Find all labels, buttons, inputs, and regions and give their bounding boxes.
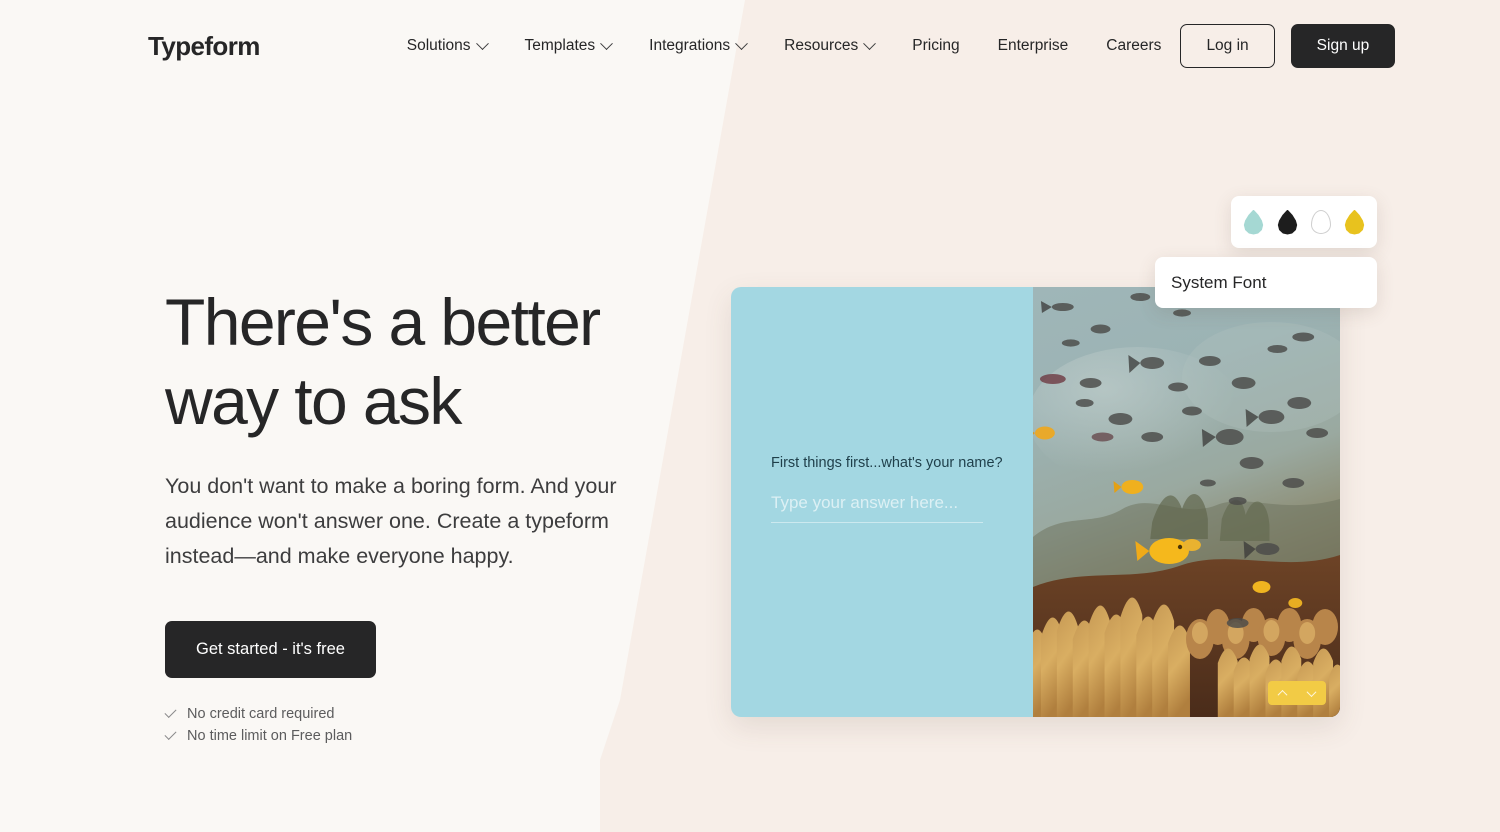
nav-label: Resources: [784, 37, 859, 54]
hero-content: There's a better way to ask You don't wa…: [164, 283, 705, 744]
hero-title-line-1: There's a better: [165, 285, 601, 359]
preview-question: First things first...what's your name?: [771, 455, 1003, 471]
droplet-icon-yellow[interactable]: [1344, 209, 1365, 235]
font-picker-card[interactable]: System Font: [1155, 257, 1377, 308]
hero-subtitle: You don't want to make a boring form. An…: [165, 474, 617, 569]
nav-item-solutions[interactable]: Solutions: [388, 29, 506, 63]
perks-list: No credit card required No time limit on…: [164, 705, 705, 744]
font-picker-label: System Font: [1171, 272, 1267, 292]
main-nav: Solutions Templates Integrations Resourc…: [388, 29, 1181, 63]
nav-item-templates[interactable]: Templates: [506, 29, 631, 63]
chevron-down-icon: [600, 36, 614, 50]
preview-nav-down-button[interactable]: [1297, 681, 1326, 705]
list-item: No time limit on Free plan: [164, 727, 705, 744]
chevron-down-icon: [863, 36, 877, 50]
underwater-reef-illustration: [1033, 287, 1340, 717]
auth-actions: Log in Sign up: [1180, 24, 1396, 68]
preview-nav-buttons[interactable]: [1268, 681, 1326, 705]
site-header: Typeform Solutions Templates Integration…: [0, 0, 1500, 92]
signup-button[interactable]: Sign up: [1290, 24, 1396, 68]
droplet-icon-teal[interactable]: [1243, 209, 1264, 235]
hero-title-line-2: way to ask: [165, 364, 462, 439]
preview-answer-input[interactable]: Type your answer here...: [771, 493, 983, 523]
nav-label: Careers: [1106, 37, 1162, 54]
get-started-button[interactable]: Get started - it's free: [165, 620, 376, 678]
logo[interactable]: Typeform: [148, 31, 260, 62]
form-preview-pane: First things first...what's your name? T…: [731, 287, 1033, 717]
login-button[interactable]: Log in: [1180, 24, 1275, 68]
perk-label: No credit card required: [187, 705, 335, 722]
form-preview-card: First things first...what's your name? T…: [731, 287, 1340, 717]
color-swatch-card: [1231, 196, 1377, 248]
check-icon: [164, 728, 177, 741]
droplet-icon-black[interactable]: [1277, 209, 1298, 235]
nav-label: Solutions: [406, 37, 471, 54]
nav-item-pricing[interactable]: Pricing: [893, 29, 978, 63]
page-root: Typeform Solutions Templates Integration…: [0, 0, 1500, 832]
preview-nav-up-button[interactable]: [1268, 681, 1297, 705]
perk-label: No time limit on Free plan: [187, 727, 353, 744]
nav-item-enterprise[interactable]: Enterprise: [979, 29, 1088, 63]
chevron-down-icon: [735, 36, 749, 50]
list-item: No credit card required: [164, 705, 705, 722]
nav-label: Integrations: [649, 37, 731, 54]
nav-item-resources[interactable]: Resources: [765, 29, 893, 63]
chevron-down-icon: [1306, 686, 1317, 697]
preview-photo: [1033, 287, 1340, 717]
chevron-up-icon: [1277, 689, 1288, 700]
yellow-fish-small-3: [1183, 539, 1201, 551]
nav-label: Enterprise: [997, 37, 1069, 54]
chevron-down-icon: [475, 36, 489, 50]
nav-item-integrations[interactable]: Integrations: [630, 29, 765, 63]
nav-item-careers[interactable]: Careers: [1087, 29, 1180, 63]
page-title: There's a better way to ask: [165, 283, 705, 441]
nav-label: Templates: [524, 37, 596, 54]
droplet-icon-white[interactable]: [1311, 210, 1331, 234]
check-icon: [164, 706, 177, 719]
nav-label: Pricing: [912, 37, 960, 54]
